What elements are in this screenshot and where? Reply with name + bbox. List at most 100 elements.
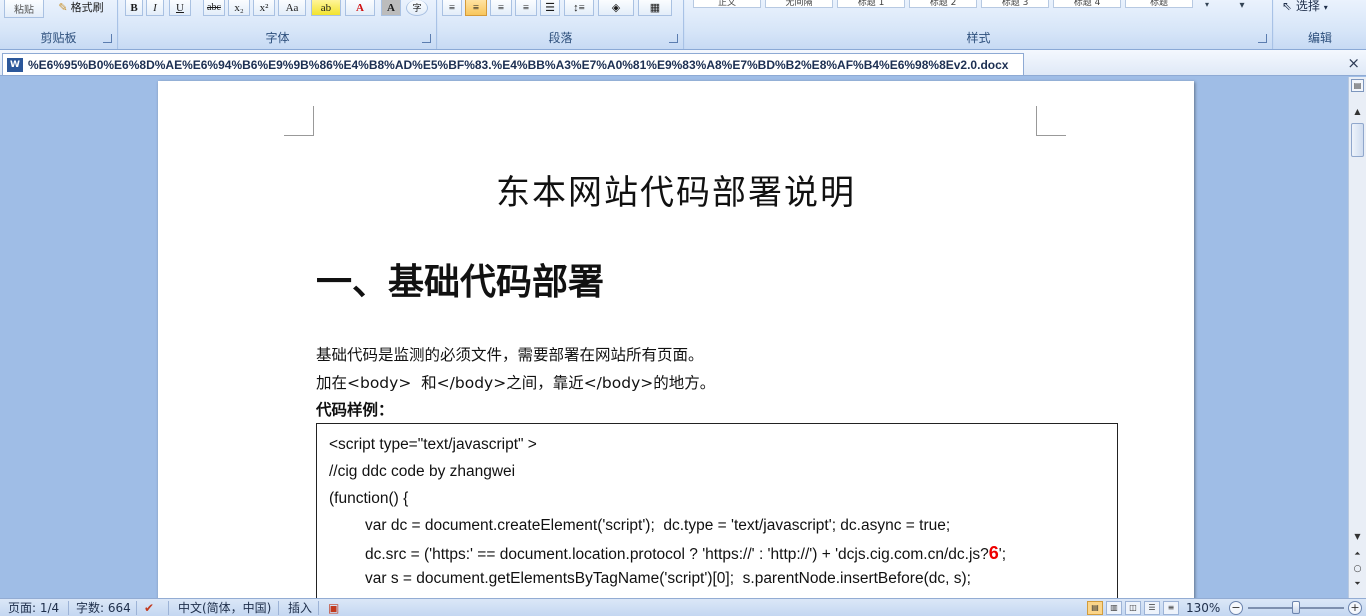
style-tile-no-spacing[interactable]: 无间隔: [765, 0, 833, 8]
chevron-down-icon: ▾: [1323, 3, 1328, 12]
paragraph-launcher-icon[interactable]: [669, 34, 678, 43]
language-indicator[interactable]: 中文(简体，中国): [178, 600, 271, 616]
style-tile-heading4[interactable]: 标题 4: [1053, 0, 1121, 8]
document-tab[interactable]: W %E6%95%B0%E6%8D%AE%E6%94%B6%E9%9B%86%E…: [2, 53, 1024, 75]
scroll-down-icon[interactable]: ▼: [1351, 532, 1364, 546]
code-line-1: <script type="text/javascript" >: [329, 436, 537, 453]
paragraph-1: 基础代码是监测的必须文件，需要部署在网站所有页面。: [316, 346, 704, 364]
change-case-button[interactable]: Aa: [278, 0, 306, 16]
code-sample-box: <script type="text/javascript" > //cig d…: [316, 423, 1118, 598]
editing-group: ⇖ 选择 ▾ 编辑: [1274, 0, 1366, 49]
zoom-level[interactable]: 130%: [1186, 600, 1220, 616]
ribbon: 粘贴 ✎ 格式刷 剪贴板 B I U abc x₂ x² Aa ab A A 字…: [0, 0, 1366, 50]
font-launcher-icon[interactable]: [422, 34, 431, 43]
align-center-button[interactable]: ≡: [465, 0, 487, 16]
clipboard-group: 粘贴 ✎ 格式刷 剪贴板: [0, 0, 118, 49]
format-painter-icon: ✎: [58, 1, 68, 14]
code-line-3: (function() {: [329, 490, 409, 507]
underline-button[interactable]: U: [169, 0, 191, 16]
style-tile-heading1[interactable]: 标题 1: [837, 0, 905, 8]
status-divider: [68, 601, 69, 615]
distribute-button[interactable]: ☰: [540, 0, 560, 16]
zoom-out-icon[interactable]: −: [1229, 601, 1243, 615]
proofing-icon[interactable]: ✔: [144, 600, 154, 616]
close-document-icon[interactable]: ×: [1347, 54, 1360, 72]
font-group-label: 字体: [265, 31, 290, 45]
ruler-toggle-icon[interactable]: ▤: [1351, 79, 1364, 92]
paragraph-2: 加在<body> 和</body>之间，靠近</body>的地方。: [316, 374, 716, 392]
borders-icon: ▦: [649, 2, 661, 14]
justify-button[interactable]: ≡: [515, 0, 537, 16]
align-left-button[interactable]: ≡: [442, 0, 462, 16]
paste-button[interactable]: 粘贴: [4, 0, 44, 18]
paragraph-group-label: 段落: [548, 31, 573, 45]
code-line-2: //cig ddc code by zhangwei: [329, 463, 516, 480]
align-center-icon: ≡: [472, 1, 480, 14]
strikethrough-button[interactable]: abc: [203, 0, 225, 16]
status-divider: [168, 601, 169, 615]
enclose-char-button[interactable]: 字: [406, 0, 428, 16]
draft-view-icon[interactable]: ≡: [1163, 601, 1179, 615]
distribute-icon: ☰: [545, 2, 555, 14]
scroll-up-icon[interactable]: ▲: [1351, 107, 1364, 121]
cursor-arrow-icon: ⇖: [1282, 0, 1293, 13]
outline-view-icon[interactable]: ☰: [1144, 601, 1160, 615]
zoom-slider-thumb[interactable]: [1292, 601, 1300, 614]
status-divider: [278, 601, 279, 615]
web-layout-view-icon[interactable]: ◫: [1125, 601, 1141, 615]
word-count[interactable]: 字数: 664: [76, 600, 131, 616]
style-tile-heading3[interactable]: 标题 3: [981, 0, 1049, 8]
page-count[interactable]: 页面: 1/4: [8, 600, 59, 616]
italic-button[interactable]: I: [146, 0, 164, 16]
styles-launcher-icon[interactable]: [1258, 34, 1267, 43]
select-button[interactable]: ⇖ 选择 ▾: [1282, 0, 1328, 14]
bold-button[interactable]: B: [125, 0, 143, 16]
macro-record-icon[interactable]: ▣: [328, 600, 339, 616]
justify-icon: ≡: [522, 1, 530, 14]
shading-button[interactable]: ◈: [598, 0, 634, 16]
highlight-button[interactable]: ab: [311, 0, 341, 16]
scroll-thumb[interactable]: [1351, 123, 1364, 157]
style-tile-heading2[interactable]: 标题 2: [909, 0, 977, 8]
format-painter-label: 格式刷: [70, 1, 104, 14]
document-title: 东本网站代码部署说明: [496, 173, 856, 213]
document-page[interactable]: 东本网站代码部署说明 一、基础代码部署 基础代码是监测的必须文件，需要部署在网站…: [158, 81, 1194, 598]
status-divider: [136, 601, 137, 615]
style-tile-title[interactable]: 标题: [1125, 0, 1193, 8]
clipboard-launcher-icon[interactable]: [103, 34, 112, 43]
code-sample-label: 代码样例：: [316, 401, 394, 419]
next-page-icon[interactable]: ⏷: [1351, 579, 1364, 593]
format-painter-button[interactable]: ✎ 格式刷: [50, 0, 112, 14]
subscript-button[interactable]: x₂: [228, 0, 250, 16]
borders-button[interactable]: ▦: [638, 0, 672, 16]
full-screen-reading-view-icon[interactable]: ▥: [1106, 601, 1122, 615]
status-bar: 页面: 1/4 字数: 664 ✔ 中文(简体，中国) 插入 ▣ ▤ ▥ ◫ ☰…: [0, 598, 1366, 616]
code-line-4: var dc = document.createElement('script'…: [365, 517, 951, 534]
print-layout-view-icon[interactable]: ▤: [1087, 601, 1103, 615]
document-filename: %E6%95%B0%E6%8D%AE%E6%94%B6%E9%9B%86%E4%…: [28, 57, 1009, 72]
previous-page-icon[interactable]: ⏶: [1351, 549, 1364, 563]
align-right-icon: ≡: [497, 1, 505, 14]
styles-group-label: 样式: [966, 31, 991, 45]
heading-1: 一、基础代码部署: [316, 261, 605, 303]
superscript-button[interactable]: x²: [253, 0, 275, 16]
code-line-5: dc.src = ('https:' == document.location.…: [365, 543, 1006, 564]
line-spacing-button[interactable]: ↕≡: [564, 0, 594, 16]
font-color-button[interactable]: A: [345, 0, 375, 16]
insert-mode-indicator[interactable]: 插入: [288, 600, 312, 616]
browse-object-icon[interactable]: ○: [1351, 564, 1364, 578]
document-tab-bar: W %E6%95%B0%E6%8D%AE%E6%94%B6%E9%9B%86%E…: [0, 50, 1366, 76]
word-doc-icon: W: [7, 57, 23, 72]
zoom-in-icon[interactable]: +: [1348, 601, 1362, 615]
clipboard-group-label: 剪贴板: [40, 31, 77, 45]
code-highlight: 6: [988, 543, 999, 563]
change-styles-button[interactable]: ▾: [1219, 0, 1265, 20]
styles-more-icon[interactable]: ▾: [1199, 0, 1215, 20]
align-right-button[interactable]: ≡: [490, 0, 512, 16]
paragraph-group: ≡ ≡ ≡ ≡ ☰ ↕≡ ◈ ▦ 段落: [438, 0, 684, 49]
style-tile-normal[interactable]: 正文: [693, 0, 761, 8]
char-shading-button[interactable]: A: [381, 0, 401, 16]
code-line-6: var s = document.getElementsByTagName('s…: [365, 570, 971, 587]
margin-corner-top-right: [1036, 106, 1066, 136]
vertical-scrollbar[interactable]: ▤ ▲ ▼ ⏶ ○ ⏷: [1348, 77, 1366, 598]
